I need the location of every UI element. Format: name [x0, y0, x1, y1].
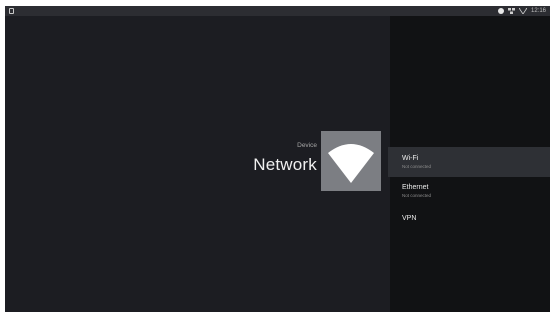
menu-item-status: Not connected [402, 193, 432, 198]
tv-settings-screen: 12:16 Device Network Wi-Fi Not connected… [5, 6, 550, 312]
menu-item-wifi[interactable]: Wi-Fi Not connected [388, 147, 550, 177]
status-bar: 12:16 [5, 6, 550, 16]
page-title: Network [253, 155, 317, 174]
menu-item-ethernet[interactable]: Ethernet Not connected [388, 176, 550, 206]
menu-item-label: Ethernet [402, 184, 429, 191]
status-icons: 12:16 [497, 6, 546, 16]
network-icon [507, 8, 515, 14]
breadcrumb: Device [297, 142, 317, 149]
network-tile [321, 131, 381, 191]
menu-item-label: Wi-Fi [402, 155, 419, 162]
record-icon [497, 8, 504, 14]
wifi-status-icon [518, 8, 527, 14]
menu-item-vpn[interactable]: VPN [388, 207, 550, 237]
menu-item-label: VPN [402, 215, 417, 222]
menu-item-status: Not connected [402, 164, 432, 169]
wifi-icon [328, 144, 374, 183]
app-notification-icon [9, 8, 14, 14]
clock: 12:16 [530, 8, 546, 14]
